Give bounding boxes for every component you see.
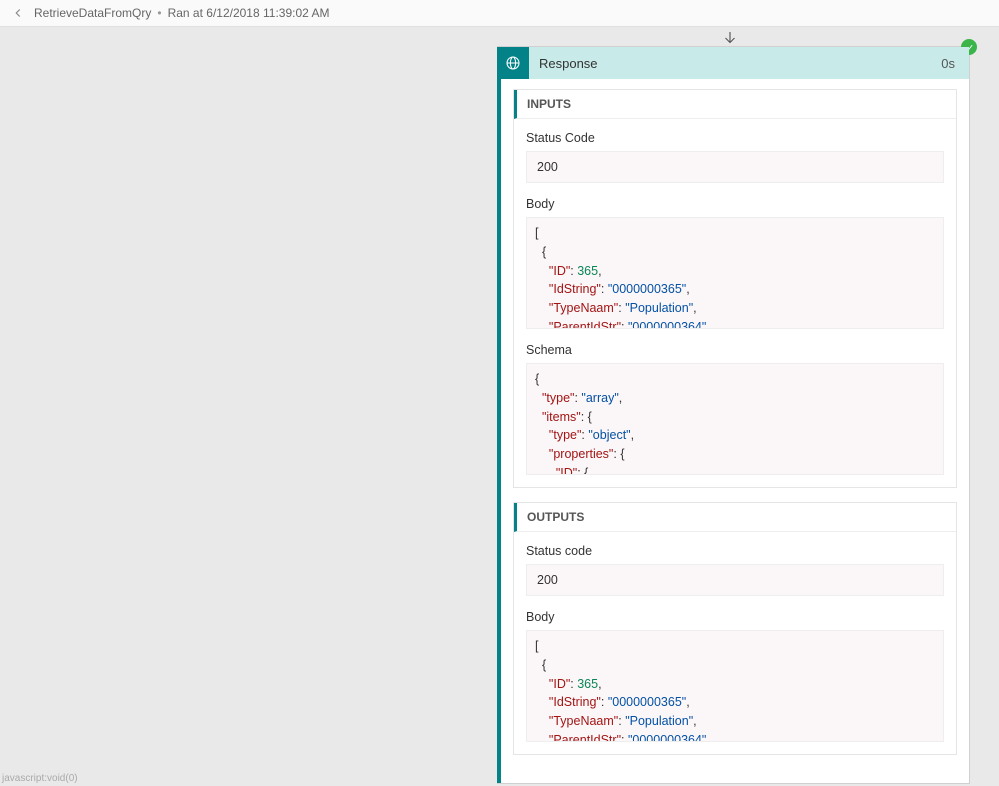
back-button[interactable] bbox=[8, 3, 28, 23]
inputs-status-label: Status Code bbox=[526, 131, 944, 145]
response-card[interactable]: Response 0s INPUTS Status Code 200 Body … bbox=[497, 46, 970, 784]
outputs-section: OUTPUTS Status code 200 Body [ { "ID": 3… bbox=[513, 502, 957, 755]
run-at-prefix: Ran at bbox=[168, 6, 203, 20]
outputs-status-label: Status code bbox=[526, 544, 944, 558]
inputs-section: INPUTS Status Code 200 Body [ { "ID": 36… bbox=[513, 89, 957, 488]
run-at-timestamp: 6/12/2018 11:39:02 AM bbox=[206, 6, 329, 20]
card-title: Response bbox=[529, 56, 941, 71]
separator: • bbox=[157, 6, 161, 20]
card-header[interactable]: Response 0s bbox=[497, 47, 969, 79]
flow-name: RetrieveDataFromQry bbox=[34, 6, 151, 20]
outputs-body-label: Body bbox=[526, 610, 944, 624]
flow-arrow-down-icon bbox=[720, 28, 740, 48]
card-body: INPUTS Status Code 200 Body [ { "ID": 36… bbox=[497, 79, 969, 783]
outputs-body-json[interactable]: [ { "ID": 365, "IdString": "0000000365",… bbox=[526, 630, 944, 742]
response-icon bbox=[497, 47, 529, 79]
top-bar: RetrieveDataFromQry • Ran at 6/12/2018 1… bbox=[0, 0, 999, 27]
outputs-status-value: 200 bbox=[526, 564, 944, 596]
outputs-header: OUTPUTS bbox=[514, 503, 956, 532]
inputs-body-json[interactable]: [ { "ID": 365, "IdString": "0000000365",… bbox=[526, 217, 944, 329]
inputs-header: INPUTS bbox=[514, 90, 956, 119]
inputs-status-value: 200 bbox=[526, 151, 944, 183]
inputs-schema-label: Schema bbox=[526, 343, 944, 357]
card-duration: 0s bbox=[941, 56, 969, 71]
status-link-text: javascript:void(0) bbox=[2, 773, 78, 784]
inputs-schema-json[interactable]: { "type": "array", "items": { "type": "o… bbox=[526, 363, 944, 475]
inputs-body-label: Body bbox=[526, 197, 944, 211]
card-accent bbox=[497, 47, 501, 783]
